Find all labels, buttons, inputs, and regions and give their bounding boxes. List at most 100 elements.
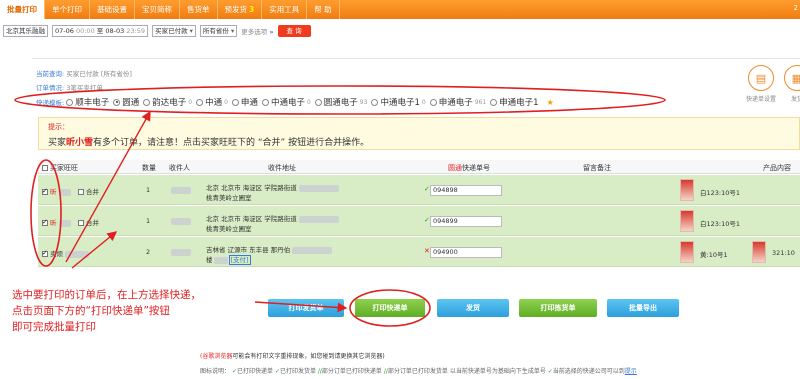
radio-button[interactable] bbox=[231, 98, 239, 106]
legend-4: 部分订单已打印发货单 以当前快递单号为基础向下生成单号 bbox=[387, 368, 546, 375]
express-settings-button[interactable]: ▤ 快递单设置 bbox=[746, 65, 776, 103]
ship-button[interactable]: 发货 bbox=[437, 299, 509, 317]
row-checkbox[interactable] bbox=[42, 187, 48, 195]
express-option-2[interactable]: 韵达电子 0 bbox=[143, 96, 192, 108]
merge-checkbox[interactable]: 合并 bbox=[78, 186, 99, 196]
express-option-label: 顺丰电子 bbox=[75, 98, 110, 108]
print-express-button[interactable]: 打印快递单 bbox=[355, 299, 425, 317]
radio-button[interactable] bbox=[371, 98, 379, 106]
tab-help[interactable]: 帮 助 bbox=[307, 0, 340, 19]
product-thumbnail-2 bbox=[752, 241, 766, 263]
double-chevron-icon: » bbox=[269, 27, 274, 36]
radio-button[interactable] bbox=[143, 98, 151, 106]
buyer-name: 昕 bbox=[50, 188, 57, 196]
tab-batch-print[interactable]: 批量打印 bbox=[0, 0, 45, 19]
time-from: 00:00 bbox=[75, 26, 95, 35]
express-options: 顺丰电子 圆通 韵达电子 0 中通 0 申通 中通电子 0 圆通电子 93 中通电子1 0 申通电子 961… bbox=[66, 96, 542, 109]
product-spec: 白123:10号1 bbox=[700, 220, 741, 228]
address-line2: 楼 [支付] bbox=[206, 254, 251, 265]
query-button[interactable]: 查 询 bbox=[277, 24, 311, 37]
express-option-8[interactable]: 申通电子 961 bbox=[429, 96, 486, 108]
table-row[interactable]: 昕 合并 1 北京 北京市 海淀区 学院路街道 桃青美岭立圃室 ✓ 094899… bbox=[38, 206, 800, 236]
time-to: 23:59 bbox=[126, 26, 146, 35]
express-option-7[interactable]: 中通电子1 0 bbox=[371, 96, 426, 108]
ship-settings-button[interactable]: ▦ 发货 bbox=[782, 65, 800, 103]
current-query-line: 当前查询: 买家已付款 [所有省份] bbox=[36, 68, 132, 78]
merge-check[interactable] bbox=[78, 220, 84, 226]
express-option-5[interactable]: 中通电子 0 bbox=[261, 96, 311, 108]
radio-button[interactable] bbox=[261, 98, 269, 106]
more-options-label: 更多选项 bbox=[241, 27, 268, 36]
top-nav: 批量打印 单个打印 基础设置 宝贝简称 售货单 预发货 3 实用工具 帮 助 2 bbox=[0, 0, 800, 19]
tab-single-print[interactable]: 单个打印 bbox=[45, 0, 90, 19]
tab-tools[interactable]: 实用工具 bbox=[262, 0, 308, 19]
waybill-input[interactable]: 094898 bbox=[430, 185, 502, 196]
express-option-1[interactable]: 圆通 bbox=[113, 96, 139, 108]
shop-select[interactable]: 北京其乐融融 bbox=[3, 24, 48, 37]
ship-settings-label: 发货 bbox=[790, 96, 800, 103]
merge-check[interactable] bbox=[78, 189, 84, 195]
product-thumbnail bbox=[680, 179, 694, 201]
blurred-text bbox=[171, 186, 191, 194]
blurred-text bbox=[65, 250, 89, 258]
filter-bar: 北京其乐融融 07-06 00:00 至 08-03 23:59 买家已付款 所… bbox=[0, 23, 800, 38]
express-option-9[interactable]: 申通电子1 bbox=[490, 96, 539, 108]
date-to: 08-03 bbox=[105, 26, 125, 35]
province-select[interactable]: 所有省份 bbox=[199, 24, 238, 37]
tab-item-alias[interactable]: 宝贝简称 bbox=[135, 0, 180, 19]
tab-pre-ship[interactable]: 预发货 3 bbox=[218, 0, 263, 19]
radio-button[interactable] bbox=[429, 98, 437, 106]
express-option-0[interactable]: 顺丰电子 bbox=[66, 96, 109, 108]
radio-button[interactable] bbox=[490, 98, 498, 106]
legend-note: 图标说明： ✓已打印快递单 ✓已打印发货单 //部分订单已打印快递单 //部分订… bbox=[200, 366, 637, 375]
merge-checkbox[interactable]: 合并 bbox=[78, 217, 99, 227]
print-invoice-button[interactable]: 打印发货单 bbox=[268, 299, 344, 317]
batch-export-button[interactable]: 批量导出 bbox=[607, 299, 679, 317]
express-option-6[interactable]: 圆通电子 93 bbox=[314, 96, 367, 108]
tab-sales-slip[interactable]: 售货单 bbox=[180, 0, 218, 19]
note-line-1: 选中要打印的订单后，在上方选择快递， bbox=[12, 289, 201, 301]
pre-ship-count-badge: 3 bbox=[249, 5, 255, 14]
row-select[interactable]: 卖烦 bbox=[42, 248, 89, 258]
more-options-link[interactable]: 更多选项 » bbox=[241, 26, 273, 36]
express-option-4[interactable]: 申通 bbox=[231, 96, 258, 108]
express-option-3[interactable]: 中通 0 bbox=[196, 96, 228, 108]
tab-basic-settings[interactable]: 基础设置 bbox=[90, 0, 135, 19]
waybill-header: 圆通快递单号 bbox=[448, 163, 490, 173]
annotation-note: 选中要打印的订单后，在上方选择快递， 点击页面下方的“打印快递单”按钮 即可完成… bbox=[12, 287, 201, 335]
address-text: 楼 bbox=[206, 256, 213, 264]
address-line1: 吉林省 辽源市 东丰县 那丹伯 bbox=[206, 244, 333, 254]
radio-button[interactable] bbox=[196, 98, 204, 106]
waybill-input[interactable]: 094900 bbox=[430, 247, 502, 258]
order-status-select[interactable]: 买家已付款 bbox=[152, 24, 196, 37]
express-template-row: 快递模板: 顺丰电子 圆通 韵达电子 0 中通 0 申通 中通电子 0 圆通电子 93 中通电子1 0 申… bbox=[36, 96, 554, 109]
pay-badge[interactable]: [支付] bbox=[228, 255, 251, 265]
select-all-header[interactable]: 买家旺旺 bbox=[42, 163, 78, 173]
row-select[interactable]: 昕 bbox=[42, 186, 71, 196]
qty-cell: 2 bbox=[146, 248, 151, 256]
row-select[interactable]: 昕 bbox=[42, 217, 71, 227]
table-row[interactable]: 卖烦 2 吉林省 辽源市 东丰县 那丹伯 楼 [支付] ✕ 094900 黄:10… bbox=[38, 237, 800, 267]
product-thumbnail bbox=[680, 241, 694, 263]
star-icon[interactable]: ★ bbox=[547, 98, 554, 107]
radio-button[interactable] bbox=[113, 98, 121, 106]
select-all-checkbox[interactable] bbox=[42, 165, 48, 171]
receiver-header: 收件人 bbox=[169, 164, 190, 172]
radio-button[interactable] bbox=[66, 98, 74, 106]
express-template-label: 快递模板: bbox=[36, 99, 65, 108]
express-option-label: 申通电子1 bbox=[499, 98, 539, 108]
waybill-input[interactable]: 094899 bbox=[430, 216, 502, 227]
legend-link[interactable]: 提示 bbox=[625, 368, 637, 375]
radio-button[interactable] bbox=[314, 98, 322, 106]
table-row[interactable]: 昕 合并 1 北京 北京市 海淀区 学院路街道 桃青美岭立圃室 ✓ 094898… bbox=[38, 175, 800, 205]
note-line-2: 点击页面下方的“打印快递单”按钮 bbox=[12, 305, 170, 317]
express-option-count: 0 bbox=[224, 98, 228, 106]
qty-cell: 1 bbox=[146, 186, 151, 194]
row-checkbox[interactable] bbox=[42, 249, 48, 257]
express-option-label: 申通电子 bbox=[438, 98, 473, 108]
print-pick-list-button[interactable]: 打印拣货单 bbox=[519, 299, 597, 317]
date-range-field[interactable]: 07-06 00:00 至 08-03 23:59 bbox=[52, 24, 149, 37]
merge-tip-box: 提示： 买家昕小雪有多个订单，请注意！点击买家旺旺下的 “合并” 按钮进行合并操… bbox=[38, 117, 800, 150]
row-checkbox[interactable] bbox=[42, 218, 48, 226]
current-query-label: 当前查询: bbox=[36, 70, 65, 78]
